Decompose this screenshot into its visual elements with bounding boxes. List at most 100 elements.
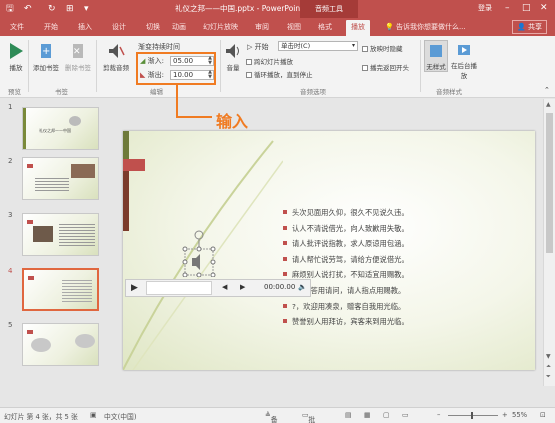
undo-icon[interactable]: ↶: [24, 2, 32, 16]
slide-thumbnail-4[interactable]: [22, 268, 99, 311]
speaker-icon: [182, 230, 216, 277]
slide-thumbnail-5[interactable]: [22, 323, 99, 366]
tab-file[interactable]: 文件: [10, 21, 24, 33]
fit-to-window-icon[interactable]: ⊡: [540, 411, 546, 419]
thumb-decoration: [23, 108, 26, 149]
checkbox-box[interactable]: [362, 65, 368, 71]
scroll-up-icon[interactable]: ▲: [546, 101, 551, 108]
trim-audio-button[interactable]: 剪裁音频: [100, 42, 132, 72]
group-label-audio-options: 音频选项: [300, 88, 326, 96]
media-play-icon[interactable]: ▶: [131, 283, 138, 293]
spellcheck-icon[interactable]: ▣: [90, 411, 96, 419]
maximize-icon[interactable]: □: [522, 1, 531, 15]
normal-view-icon[interactable]: ▤: [345, 411, 351, 419]
tab-view[interactable]: 视图: [287, 21, 301, 33]
checkbox-box[interactable]: [246, 59, 252, 65]
rewind-after-play-checkbox[interactable]: 播完返回开头: [362, 62, 409, 72]
tab-playback[interactable]: 播放: [346, 20, 370, 36]
tab-home[interactable]: 开始: [44, 21, 58, 33]
play-across-slides-checkbox[interactable]: 跨幻灯片播放: [246, 56, 293, 66]
no-style-icon: [430, 45, 442, 57]
customize-quick-access-icon[interactable]: ▾: [84, 2, 89, 16]
tab-animations[interactable]: 动画: [172, 21, 186, 33]
svg-text:+: +: [42, 46, 50, 57]
loop-until-stopped-checkbox[interactable]: 循环播放，直到停止: [246, 69, 313, 79]
thumb-decoration: [28, 276, 34, 280]
scrollbar-thumb[interactable]: [546, 113, 553, 253]
tab-insert[interactable]: 插入: [78, 21, 92, 33]
slideshow-view-icon[interactable]: ▭: [402, 411, 408, 419]
media-progress-track[interactable]: [146, 281, 212, 295]
redo-icon[interactable]: ↻: [48, 2, 56, 16]
start-label: ▷ 开始: [247, 43, 269, 51]
audio-object[interactable]: [182, 230, 216, 277]
slide-thumbnail-1[interactable]: 礼仪之邦——中国: [22, 107, 99, 150]
bullet-marker: [283, 303, 287, 308]
tab-slideshow[interactable]: 幻灯片放映: [203, 21, 238, 33]
zoom-level[interactable]: 55%: [512, 411, 527, 419]
group-label-audio-styles: 音频样式: [436, 88, 462, 96]
annotation-connector-line: [176, 85, 178, 117]
previous-slide-icon[interactable]: ⏶: [546, 363, 551, 371]
play-button[interactable]: 播放: [4, 42, 28, 72]
thumb-title: 礼仪之邦——中国: [39, 128, 71, 133]
bullet-item: 赞誉别人用拜访，宾客来到用光临。: [283, 314, 409, 330]
bullet-text: ?，欢迎用凑泉，赠客自我用光临。: [292, 301, 406, 311]
tab-design[interactable]: 设计: [112, 21, 126, 33]
play-label: 播放: [9, 64, 23, 72]
volume-button[interactable]: 音量: [222, 42, 244, 72]
zoom-out-icon[interactable]: –: [437, 411, 440, 419]
scroll-down-icon[interactable]: ▼: [546, 353, 551, 360]
login-link[interactable]: 登录: [478, 3, 492, 13]
trim-audio-label: 剪裁音频: [103, 64, 129, 72]
share-button[interactable]: 👤 共享: [512, 20, 547, 34]
slide-number: 4: [8, 267, 13, 275]
bullet-text: 赞誉别人用拜访，宾客来到用光临。: [292, 317, 409, 327]
slide-number: 1: [8, 103, 13, 111]
bullet-item: 请人批评说指教，求人原谅用包涵。: [283, 236, 409, 252]
slide-thumbnail-2[interactable]: [22, 157, 99, 200]
media-volume-icon[interactable]: 🔈: [298, 283, 307, 291]
bullet-marker: [283, 272, 287, 277]
thumb-text-lines: [59, 224, 95, 246]
start-from-beginning-icon[interactable]: ⊞: [66, 2, 74, 16]
collapse-ribbon-icon[interactable]: ⌃: [544, 86, 550, 94]
vertical-scrollbar[interactable]: ▲ ▼ ⏶ ⏷: [543, 99, 555, 386]
group-separator: [28, 40, 29, 92]
notes-label: 备注: [270, 416, 278, 423]
save-icon[interactable]: 🖫: [6, 2, 14, 16]
thumb-image: [33, 226, 53, 242]
media-forward-icon[interactable]: ▶: [240, 283, 245, 291]
zoom-in-icon[interactable]: +: [502, 411, 508, 419]
media-back-icon[interactable]: ◀: [222, 283, 227, 291]
reading-view-icon[interactable]: ▢: [383, 411, 389, 419]
tell-me-search[interactable]: 💡 告诉我你想要做什么...: [385, 22, 466, 32]
add-bookmark-button[interactable]: + 添加书签: [32, 42, 60, 72]
language-indicator: 中文(中国): [104, 413, 137, 421]
slide-canvas[interactable]: 头次见面用久仰，很久不见说久违。 认人不清说借光，向人致歉用失敬。 请人批评说指…: [123, 131, 535, 370]
hide-during-show-checkbox[interactable]: 放映时隐藏: [362, 43, 403, 53]
next-slide-icon[interactable]: ⏷: [546, 373, 551, 381]
annotation-connector-line: [176, 116, 212, 118]
tab-review[interactable]: 审阅: [255, 21, 269, 33]
slide-thumbnail-3[interactable]: [22, 213, 99, 256]
start-value: 单击时(C): [281, 42, 311, 50]
bullet-text: 头次见面用久仰，很久不见说久违。: [292, 208, 409, 217]
notes-button[interactable]: ≜ 备注: [265, 411, 278, 423]
play-in-background-button[interactable]: 在后台播放: [451, 42, 477, 80]
slide-thumbnail-pane: 1 礼仪之邦——中国 2 3 4 5: [0, 99, 104, 406]
remove-bookmark-button[interactable]: ✕ 删除书签: [64, 42, 92, 72]
zoom-slider-thumb[interactable]: [471, 412, 473, 419]
no-style-button[interactable]: 无样式: [424, 40, 448, 72]
slide-sorter-icon[interactable]: ▦: [364, 411, 370, 419]
tab-transitions[interactable]: 切换: [146, 21, 160, 33]
bullet-marker: [283, 210, 287, 214]
checkbox-box[interactable]: [362, 46, 368, 52]
zoom-slider[interactable]: [448, 415, 498, 416]
comments-button[interactable]: ▭ 批注: [302, 411, 315, 423]
minimize-icon[interactable]: –: [505, 1, 510, 15]
checkbox-box[interactable]: [246, 72, 252, 78]
start-dropdown[interactable]: 单击时(C) ▾: [278, 41, 358, 51]
close-icon[interactable]: ✕: [540, 1, 548, 15]
tab-format[interactable]: 格式: [318, 21, 332, 33]
